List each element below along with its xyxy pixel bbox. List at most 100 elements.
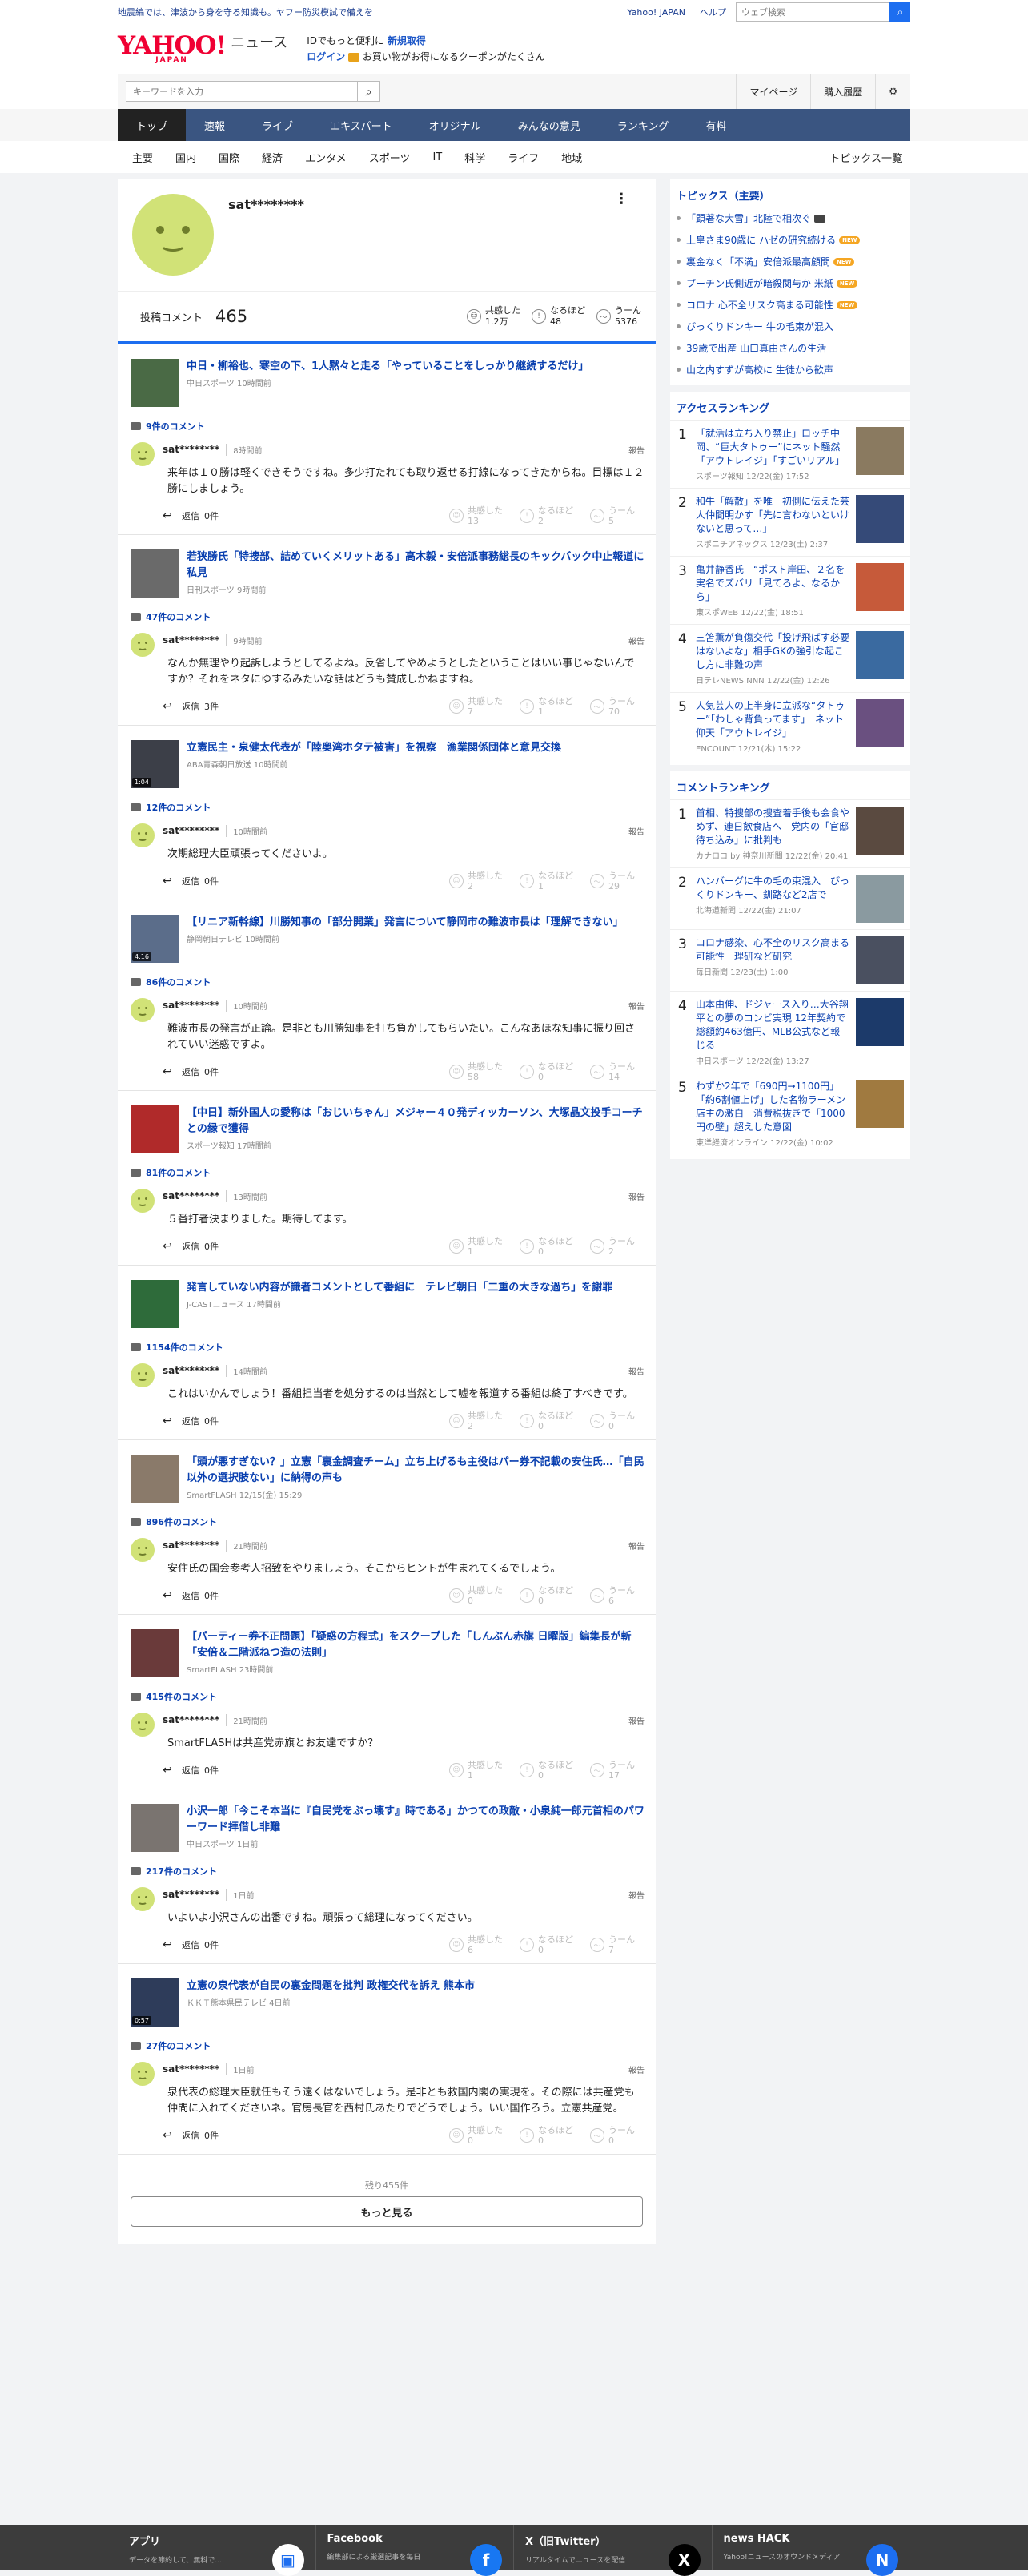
category-link[interactable]: 国際 [207, 150, 251, 165]
vote-bulb-button[interactable]: ! なるほど 0 [520, 1934, 574, 1955]
topics-list-link[interactable]: トピックス一覧 [829, 150, 910, 165]
vote-smile-button[interactable]: ☺ 共感した 13 [449, 505, 504, 526]
article-thumbnail[interactable] [131, 1455, 179, 1503]
article-title[interactable]: 【中日】新外国人の愛称は「おじいちゃん」メジャー４０発ディッカーソン、大塚晶文投… [187, 1105, 645, 1137]
article-link[interactable]: 中日・柳裕也、寒空の下、1人黙々と走る「やっていることをしっかり継続するだけ」中… [131, 359, 645, 407]
report-link[interactable]: 報告 [628, 1190, 645, 1202]
report-link[interactable]: 報告 [628, 1365, 645, 1377]
help-link[interactable]: ヘルプ [700, 6, 726, 18]
article-thumbnail[interactable]: 4:16 [131, 915, 179, 963]
access-ranking-item[interactable]: 3 亀井静香氏 “ポスト岸田、２名を実名でズバリ「見てろよ、なるから」 東スポWEB… [670, 556, 910, 624]
vote-meh-button[interactable]: ～ うーん 0 [590, 2125, 645, 2146]
more-options-icon[interactable]: ⋮ [614, 191, 628, 207]
rank-title[interactable]: 人気芸人の上半身に立派な“タトゥー”「わしゃ背負ってます」 ネット仰天「アウトレ… [696, 699, 849, 740]
comment-count-link[interactable]: 415 件のコメント [131, 1690, 645, 1703]
web-search-button[interactable]: ⌕ [889, 2, 910, 22]
access-ranking-item[interactable]: 4 三笘薫が負傷交代「投げ飛ばす必要はないよな」相手GKの強引な起こし方に非難の声… [670, 624, 910, 692]
footer-link[interactable]: Facebook 編集部による厳選記事を毎日 f [316, 2525, 514, 2576]
access-ranking-item[interactable]: 5 人気芸人の上半身に立派な“タトゥー”「わしゃ背負ってます」 ネット仰天「アウト… [670, 692, 910, 760]
article-link[interactable]: 「頭が悪すぎない？」立憲「裏金調査チーム」立ち上げるも主役はパー券不記載の安住氏… [131, 1455, 645, 1503]
vote-bulb-button[interactable]: ! なるほど 0 [520, 1236, 574, 1257]
report-link[interactable]: 報告 [628, 444, 645, 456]
comment-ranking-item[interactable]: 5 わずか2年で「690円→1100円」「約6割値上げ」した名物ラーメン店主の激白… [670, 1073, 910, 1154]
report-link[interactable]: 報告 [628, 2063, 645, 2075]
rank-title[interactable]: ハンバーグに牛の毛の束混入 びっくりドンキー、釧路など2店で [696, 875, 849, 902]
vote-meh-button[interactable]: ～ うーん 2 [590, 1236, 645, 1257]
vote-meh-button[interactable]: ～ うーん 0 [590, 1411, 645, 1431]
vote-meh-button[interactable]: ～ うーん 6 [590, 1585, 645, 1606]
vote-smile-button[interactable]: ☺ 共感した 1 [449, 1236, 504, 1257]
article-title[interactable]: 「頭が悪すぎない？」立憲「裏金調査チーム」立ち上げるも主役はパー券不記載の安住氏… [187, 1455, 645, 1487]
rank-title[interactable]: わずか2年で「690円→1100円」「約6割値上げ」した名物ラーメン店主の激白 … [696, 1080, 849, 1134]
comment-ranking-item[interactable]: 1 首相、特捜部の捜査着手後も会食やめず、連日飲食店へ 党内の「官邸待ち込み」に批… [670, 799, 910, 867]
article-thumbnail[interactable] [131, 1629, 179, 1677]
access-ranking-item[interactable]: 2 和牛「解散」を唯一初側に伝えた芸人仲間明かす「先に言わないといけないと思って…… [670, 488, 910, 556]
vote-smile-button[interactable]: ☺ 共感した 0 [449, 1585, 504, 1606]
settings-button[interactable]: ⚙ [875, 74, 910, 109]
rank-thumbnail[interactable] [856, 631, 904, 679]
vote-smile-button[interactable]: ☺ 共感した 7 [449, 696, 504, 717]
comment-user[interactable]: sat******** [163, 1000, 219, 1012]
article-thumbnail[interactable]: 0:57 [131, 1978, 179, 2027]
comment-user[interactable]: sat******** [163, 634, 219, 646]
nav-tab[interactable]: エキスパート [311, 109, 411, 141]
rank-thumbnail[interactable] [856, 875, 904, 923]
nav-tab[interactable]: 速報 [186, 109, 243, 141]
nav-tab[interactable]: ランキング [599, 109, 688, 141]
rank-thumbnail[interactable] [856, 699, 904, 747]
comment-count-link[interactable]: 896 件のコメント [131, 1515, 645, 1528]
comment-user[interactable]: sat******** [163, 1190, 219, 1202]
topic-link[interactable]: コロナ 心不全リスク高まる可能性 NEW [670, 294, 910, 316]
login-link[interactable]: ログイン [307, 51, 345, 62]
comment-count-link[interactable]: 81 件のコメント [131, 1166, 645, 1179]
vote-meh-button[interactable]: ～ うーん 7 [590, 1934, 645, 1955]
comment-count-link[interactable]: 217 件のコメント [131, 1865, 645, 1878]
category-link[interactable]: 地域 [550, 150, 593, 165]
vote-meh-button[interactable]: ～ うーん 5 [590, 505, 645, 526]
vote-meh-button[interactable]: ～ うーん 29 [590, 871, 645, 892]
reply-button[interactable]: ↩ 返信 0件 [163, 1589, 219, 1602]
article-link[interactable]: 【中日】新外国人の愛称は「おじいちゃん」メジャー４０発ディッカーソン、大塚晶文投… [131, 1105, 645, 1153]
reply-button[interactable]: ↩ 返信 0件 [163, 1938, 219, 1951]
reply-button[interactable]: ↩ 返信 0件 [163, 1764, 219, 1777]
article-thumbnail[interactable] [131, 1280, 179, 1328]
nav-tab[interactable]: 有料 [687, 109, 745, 141]
comment-count-link[interactable]: 1154 件のコメント [131, 1341, 645, 1354]
news-search-button[interactable]: ⌕ [358, 81, 380, 102]
vote-smile-button[interactable]: ☺ 共感した 58 [449, 1061, 504, 1082]
vote-bulb-button[interactable]: ! なるほど 0 [520, 1411, 574, 1431]
rank-title[interactable]: 三笘薫が負傷交代「投げ飛ばす必要はないよな」相手GKの強引な起こし方に非難の声 [696, 631, 849, 672]
article-link[interactable]: 0:57 立憲の泉代表が自民の裏金問題を批判 政権交代を訴え 熊本市 ＫＫＴ熊本県民… [131, 1978, 645, 2027]
rank-title[interactable]: 首相、特捜部の捜査着手後も会食やめず、連日飲食店へ 党内の「官邸待ち込み」に批判… [696, 807, 849, 847]
vote-smile-button[interactable]: ☺ 共感した 0 [449, 2125, 504, 2146]
topic-link[interactable]: びっくりドンキー 牛の毛束が混入 [670, 316, 910, 337]
reply-button[interactable]: ↩ 返信 0件 [163, 1240, 219, 1253]
reply-button[interactable]: ↩ 返信 0件 [163, 509, 219, 522]
yahoo-japan-link[interactable]: Yahoo! JAPAN [627, 7, 685, 18]
report-link[interactable]: 報告 [628, 1540, 645, 1552]
article-link[interactable]: 発言していない内容が識者コメントとして番組に テレビ朝日「二重の大きな過ち」を謝… [131, 1280, 645, 1328]
topic-link[interactable]: プーチン氏側近が暗殺関与か 米紙 NEW [670, 272, 910, 294]
rank-title[interactable]: 「就活は立ち入り禁止」ロッチ中岡、“巨大タトゥー”にネット騒然「アウトレイジ」「… [696, 427, 849, 468]
article-thumbnail[interactable] [131, 1105, 179, 1153]
comment-user[interactable]: sat******** [163, 444, 219, 456]
access-ranking-item[interactable]: 1 「就活は立ち入り禁止」ロッチ中岡、“巨大タトゥー”にネット騒然「アウトレイジ」… [670, 420, 910, 488]
category-link[interactable]: 主要 [118, 150, 164, 165]
vote-bulb-button[interactable]: ! なるほど 1 [520, 696, 574, 717]
reply-button[interactable]: ↩ 返信 0件 [163, 1065, 219, 1078]
vote-smile-button[interactable]: ☺ 共感した 6 [449, 1934, 504, 1955]
nav-tab[interactable]: ライブ [243, 109, 311, 141]
rank-title[interactable]: 山本由伸、ドジャース入り…大谷翔平との夢のコンビ実現 12年契約で総額約463億… [696, 998, 849, 1053]
yahoo-logo[interactable]: YAHOO! JAPAN [118, 34, 227, 64]
category-link[interactable]: 国内 [164, 150, 207, 165]
vote-smile-button[interactable]: ☺ 共感した 1 [449, 1760, 504, 1781]
vote-smile-button[interactable]: ☺ 共感した 2 [449, 871, 504, 892]
article-link[interactable]: 【パーティー券不正問題】「疑惑の方程式」をスクープした「しんぶん赤旗 日曜版」編… [131, 1629, 645, 1677]
comment-count-link[interactable]: 9 件のコメント [131, 420, 645, 433]
article-thumbnail[interactable] [131, 359, 179, 407]
comment-count-link[interactable]: 47 件のコメント [131, 610, 645, 623]
comment-user[interactable]: sat******** [163, 1365, 219, 1377]
vote-bulb-button[interactable]: ! なるほど 2 [520, 505, 574, 526]
report-link[interactable]: 報告 [628, 825, 645, 837]
comment-user[interactable]: sat******** [163, 825, 219, 837]
